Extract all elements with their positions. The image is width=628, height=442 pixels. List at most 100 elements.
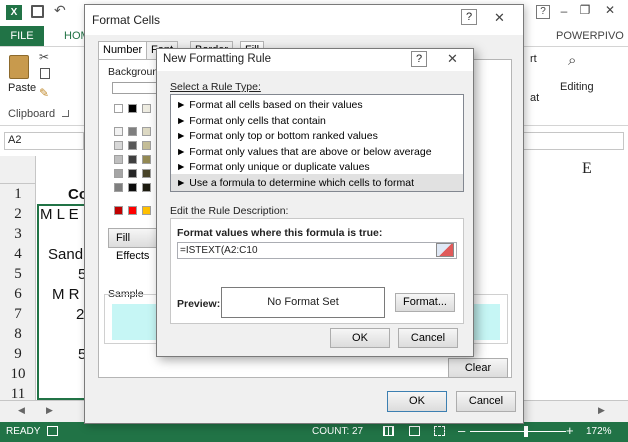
select-all-corner[interactable]: [0, 156, 36, 184]
fill-effects-button[interactable]: Fill Effects: [108, 228, 160, 262]
color-swatch[interactable]: [128, 169, 137, 178]
range-select-icon[interactable]: [436, 243, 454, 257]
format-cells-title: Format Cells: [92, 13, 161, 27]
color-swatch[interactable]: [142, 141, 151, 150]
save-icon[interactable]: [31, 5, 44, 18]
dialog-launcher-icon[interactable]: [62, 110, 69, 117]
edit-description-label: Edit the Rule Description:: [170, 205, 289, 217]
normal-view-icon[interactable]: [383, 426, 394, 436]
undo-icon[interactable]: ↶: [54, 2, 66, 19]
rule-type-item[interactable]: ► Format only values that are above or b…: [176, 146, 432, 158]
new-rule-ok-button[interactable]: OK: [330, 328, 390, 348]
color-swatch[interactable]: [128, 183, 137, 192]
paste-icon[interactable]: [9, 55, 29, 79]
new-rule-close-button[interactable]: ✕: [447, 51, 458, 67]
tab-number[interactable]: Number: [98, 41, 148, 59]
cut-icon[interactable]: ✂: [39, 50, 49, 64]
color-swatch[interactable]: [114, 169, 123, 178]
new-rule-cancel-button[interactable]: Cancel: [398, 328, 458, 348]
color-swatch[interactable]: [114, 104, 123, 113]
preview-label: Preview:: [177, 298, 221, 310]
color-swatch[interactable]: [114, 183, 123, 192]
zoom-slider-thumb[interactable]: [524, 426, 528, 437]
formula-input-value: =ISTEXT(A2:C10: [180, 245, 258, 256]
rule-type-item[interactable]: ► Format only cells that contain: [176, 115, 326, 127]
format-cells-cancel-button[interactable]: Cancel: [456, 391, 516, 412]
format-button[interactable]: Format...: [395, 293, 455, 312]
formula-bar[interactable]: [520, 132, 624, 150]
formula-label: Format values where this formula is true…: [177, 227, 383, 239]
paste-label[interactable]: Paste: [8, 82, 36, 94]
color-swatch[interactable]: [128, 206, 137, 215]
cell-a2[interactable]: M L E: [40, 206, 79, 223]
color-swatch[interactable]: [114, 155, 123, 164]
color-swatch[interactable]: [128, 141, 137, 150]
window-close-button[interactable]: ✕: [601, 3, 619, 17]
clear-button[interactable]: Clear: [448, 358, 508, 378]
minimize-button[interactable]: –: [555, 4, 573, 18]
cell-a6[interactable]: M R: [52, 286, 80, 303]
row-header[interactable]: 8: [0, 326, 36, 343]
rule-type-item[interactable]: ► Format all cells based on their values: [176, 99, 363, 111]
format-painter-icon[interactable]: ✎: [39, 86, 49, 100]
row-header[interactable]: 1: [0, 186, 36, 203]
name-box[interactable]: A2: [4, 132, 84, 150]
file-tab[interactable]: FILE: [0, 26, 44, 46]
editing-group-label[interactable]: Editing: [560, 81, 594, 93]
scroll-right-icon[interactable]: ▶: [46, 405, 53, 416]
row-header[interactable]: 4: [0, 246, 36, 263]
page-layout-icon[interactable]: [409, 426, 420, 436]
zoom-in-icon[interactable]: +: [566, 423, 574, 438]
new-rule-title: New Formatting Rule: [163, 53, 272, 65]
color-swatch[interactable]: [128, 155, 137, 164]
zoom-out-icon[interactable]: –: [458, 423, 465, 438]
format-cells-help-button[interactable]: ?: [461, 9, 477, 25]
format-cells-close-button[interactable]: ✕: [494, 10, 505, 26]
column-header-e[interactable]: E: [582, 160, 592, 178]
color-swatch[interactable]: [142, 127, 151, 136]
color-swatch[interactable]: [114, 206, 123, 215]
row-header[interactable]: 10: [0, 366, 36, 383]
ribbon-fragment-2: at: [530, 92, 540, 104]
cell-a4[interactable]: Sand: [48, 246, 83, 263]
row-header[interactable]: 5: [0, 266, 36, 283]
color-swatch[interactable]: [142, 169, 151, 178]
rule-type-item-selected[interactable]: ► Use a formula to determine which cells…: [176, 177, 414, 189]
restore-button[interactable]: ❐: [576, 3, 594, 17]
ribbon-fragment-1: rt: [530, 53, 537, 65]
color-swatch[interactable]: [128, 127, 137, 136]
row-header[interactable]: 9: [0, 346, 36, 363]
color-swatch[interactable]: [128, 104, 137, 113]
zoom-slider[interactable]: [470, 431, 566, 432]
page-break-icon[interactable]: [434, 426, 445, 436]
no-color-swatch[interactable]: [112, 82, 158, 94]
format-cells-ok-button[interactable]: OK: [387, 391, 447, 412]
powerpivot-tab[interactable]: POWERPIVO: [556, 30, 624, 42]
preview-text: No Format Set: [267, 296, 339, 308]
rule-type-item[interactable]: ► Format only top or bottom ranked value…: [176, 130, 378, 142]
row-header[interactable]: 6: [0, 286, 36, 303]
color-swatch[interactable]: [142, 206, 151, 215]
zoom-level[interactable]: 172%: [586, 426, 612, 437]
color-swatch[interactable]: [114, 141, 123, 150]
new-rule-help-button[interactable]: ?: [411, 51, 427, 67]
row-header[interactable]: 2: [0, 206, 36, 223]
binoculars-icon[interactable]: ⌕: [568, 52, 576, 69]
rule-type-item[interactable]: ► Format only unique or duplicate values: [176, 161, 370, 173]
scroll-left-icon[interactable]: ◀: [18, 405, 25, 416]
color-swatch[interactable]: [114, 127, 123, 136]
clipboard-group-label: Clipboard: [8, 108, 56, 120]
status-count: COUNT: 27: [312, 426, 364, 437]
macro-record-icon[interactable]: [47, 426, 58, 436]
excel-logo-icon: X: [6, 5, 22, 20]
color-swatch[interactable]: [142, 183, 151, 192]
row-header[interactable]: 3: [0, 226, 36, 243]
copy-icon[interactable]: [40, 68, 50, 79]
color-swatch[interactable]: [142, 104, 151, 113]
help-button[interactable]: ?: [536, 5, 550, 19]
status-ready: READY: [6, 426, 41, 437]
scroll-right-end-icon[interactable]: ▶: [598, 405, 605, 416]
row-header[interactable]: 7: [0, 306, 36, 323]
color-swatch[interactable]: [142, 155, 151, 164]
background-color-label: Backgroun: [108, 66, 159, 78]
